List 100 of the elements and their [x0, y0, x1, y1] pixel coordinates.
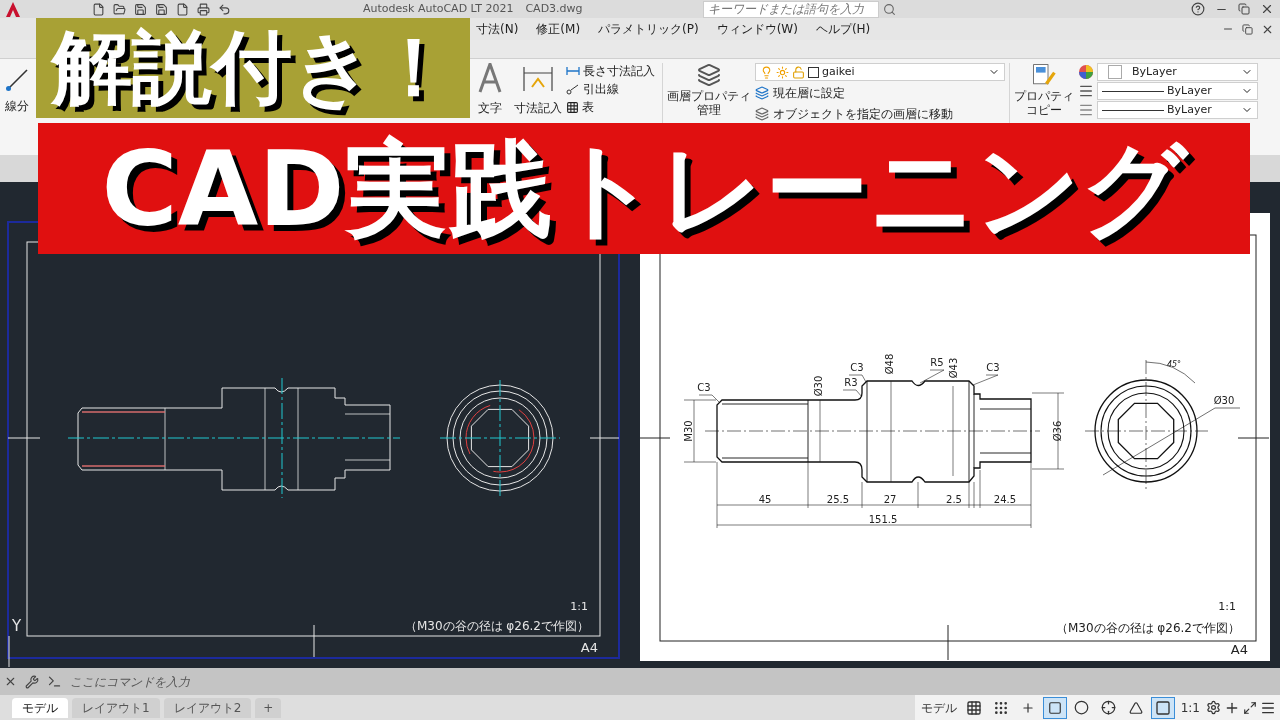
linetype-dropdown[interactable]: ByLayer [1097, 82, 1258, 100]
layers-icon [755, 86, 769, 100]
color-wheel-icon [1078, 64, 1094, 80]
line-tool-button[interactable]: 線分 [2, 69, 32, 115]
linetype-value: ByLayer [1167, 82, 1212, 99]
fullscreen-icon[interactable] [1243, 700, 1257, 715]
move-to-layer-button[interactable]: オブジェクトを指定の画層に移動 [755, 105, 1005, 123]
square-toggle[interactable] [1150, 696, 1175, 719]
line-sample [1102, 90, 1164, 92]
linear-dimension-icon [566, 66, 580, 76]
annotation-scale-button[interactable]: 1:1 [1177, 698, 1203, 717]
crosshair-icon [1101, 700, 1117, 715]
document-icon[interactable] [176, 2, 189, 16]
menu-item[interactable]: 寸法(N) [476, 20, 519, 38]
save-icon[interactable] [155, 2, 168, 16]
close-icon[interactable] [4, 675, 17, 688]
settings-icon[interactable] [1206, 700, 1221, 715]
drawing-note: （M30の谷の径は φ26.2で作図） [1055, 621, 1240, 635]
menu-item[interactable]: ウィンドウ(W) [716, 20, 798, 38]
dimension-label: C3 [697, 382, 711, 393]
dimension-label: 151.5 [868, 514, 898, 525]
dimension-label: 27 [883, 494, 897, 505]
dimension-label: 25.5 [826, 494, 850, 505]
color-swatch [1108, 65, 1122, 79]
menu-item[interactable]: ヘルプ(H) [815, 20, 871, 38]
color-swatch [808, 66, 819, 78]
axis-label: Y [12, 617, 22, 635]
help-icon[interactable] [1191, 2, 1205, 16]
table-icon [566, 100, 579, 114]
dimension-label: R3 [844, 377, 858, 388]
dimension-label: 24.5 [993, 494, 1017, 505]
new-file-icon[interactable] [92, 2, 105, 16]
dimension-label: Ø36 [1052, 420, 1063, 442]
drawing-note: （M30の谷の径は φ26.2で作図） [404, 619, 589, 633]
dimension-label: 45° [1166, 360, 1182, 369]
save-icon[interactable] [134, 2, 147, 16]
lineweight-value: ByLayer [1167, 101, 1212, 118]
search-icon[interactable] [882, 2, 896, 16]
text-tool-button[interactable]: 文字 [472, 63, 508, 117]
dot-grid-icon [992, 699, 1009, 716]
triangle-icon [1128, 700, 1143, 715]
terminal-icon[interactable] [47, 674, 62, 689]
leader-button[interactable]: 引出線 [566, 81, 662, 97]
dimension-label: 45 [758, 494, 772, 505]
text-tool-icon [478, 63, 502, 93]
add-layout-button[interactable]: + [255, 697, 282, 718]
linetype-icon [1078, 102, 1094, 118]
restore-icon[interactable] [1238, 3, 1250, 15]
search-field[interactable]: キーワードまたは語句を入力 [702, 0, 879, 18]
unlock-icon [792, 65, 805, 79]
dimension-label: M30 [683, 420, 694, 442]
square-toggle[interactable] [1042, 696, 1067, 719]
set-current-layer-button[interactable]: 現在層に設定 [755, 84, 1005, 102]
square-icon [1154, 699, 1171, 716]
layout-tab[interactable]: モデル [12, 697, 68, 718]
grid-icon [965, 699, 982, 716]
paper-size-label: A4 [1230, 642, 1248, 657]
table-button[interactable]: 表 [566, 99, 662, 115]
title-text: CAD実践トレーニング [101, 136, 1187, 241]
wrench-icon[interactable] [25, 674, 39, 689]
dimension-label: Ø43 [948, 357, 959, 379]
printer-icon[interactable] [197, 2, 210, 16]
model-space-button[interactable]: モデル [918, 698, 959, 717]
layers-icon [755, 107, 769, 121]
folder-icon[interactable] [113, 2, 126, 16]
menu-item[interactable]: パラメトリック(P) [598, 20, 699, 38]
sun-icon [776, 65, 789, 79]
dimension-label: C3 [850, 362, 864, 373]
undo-icon[interactable] [218, 2, 231, 16]
layer-dropdown[interactable]: gaikei [755, 63, 1005, 81]
layer-name: gaikei [822, 63, 855, 80]
dimension-label: Ø30 [1213, 395, 1235, 406]
square-icon [1047, 700, 1062, 715]
restore-icon[interactable] [1242, 23, 1253, 35]
line-icon [6, 69, 28, 91]
dimension-label: Ø48 [884, 353, 895, 375]
command-field[interactable]: ここにコマンドを入力 [70, 670, 1280, 693]
linear-dimension-button[interactable]: 長さ寸法記入 [566, 63, 662, 79]
plus-icon [1020, 700, 1035, 715]
dimension-tool-button[interactable]: 寸法記入 [512, 63, 564, 117]
match-properties-button[interactable]: プロパティコピー [1012, 63, 1076, 117]
close-icon[interactable] [1260, 2, 1274, 16]
dimension-label: C3 [986, 362, 1000, 373]
paper-size-label: A4 [580, 640, 598, 655]
lineweight-dropdown[interactable]: ByLayer [1097, 101, 1258, 119]
layers-icon [697, 63, 721, 87]
layout-tab[interactable]: レイアウト2 [163, 697, 252, 718]
file-name: CAD3.dwg [525, 0, 583, 17]
dimension-label: 2.5 [946, 494, 962, 505]
lightbulb-icon [760, 65, 773, 79]
color-value: ByLayer [1132, 63, 1177, 80]
menu-item[interactable]: 修正(M) [536, 20, 581, 38]
layout-tab[interactable]: レイアウト1 [72, 697, 160, 718]
line-sample [1102, 109, 1164, 111]
leader-icon [566, 83, 580, 95]
dimension-label: Ø30 [813, 375, 824, 397]
match-properties-icon [1032, 63, 1056, 87]
layer-properties-button[interactable]: 画層プロパティ管理 [665, 63, 753, 117]
color-dropdown[interactable]: ByLayer [1097, 63, 1258, 81]
lineweight-icon [1078, 83, 1094, 99]
